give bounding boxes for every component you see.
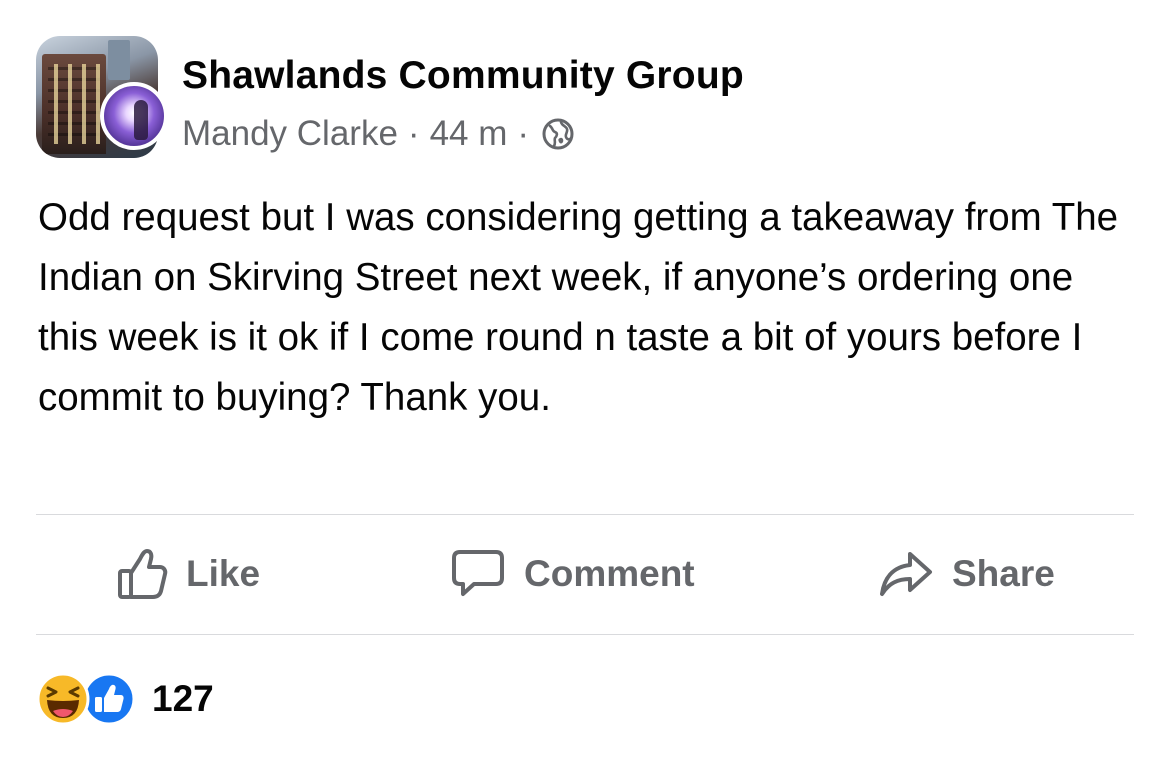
post-meta: Mandy Clarke · 44 m · (182, 114, 575, 154)
post-actions-bar: Like Comment Share (36, 515, 1134, 633)
author-avatar-figure (134, 100, 148, 140)
divider (36, 634, 1134, 635)
post-timestamp[interactable]: 44 m (430, 114, 508, 154)
like-reaction-icon (82, 672, 136, 726)
meta-separator-2: · (517, 114, 530, 153)
group-avatar-tower (108, 40, 130, 80)
thumbs-up-outline-icon (118, 549, 168, 599)
post-header: Shawlands Community Group Mandy Clarke ·… (36, 36, 1136, 160)
share-arrow-icon (880, 552, 932, 596)
post-body-text: Odd request but I was considering gettin… (38, 196, 1119, 419)
comment-button[interactable]: Comment (450, 515, 695, 633)
haha-reaction-icon (36, 672, 90, 726)
share-button[interactable]: Share (878, 515, 1055, 633)
group-name-link[interactable]: Shawlands Community Group (182, 54, 744, 98)
reaction-count: 127 (152, 678, 214, 719)
author-avatar[interactable] (100, 82, 168, 150)
meta-separator: · (407, 114, 420, 153)
comment-label: Comment (524, 553, 695, 594)
share-label: Share (952, 553, 1055, 594)
author-name-link[interactable]: Mandy Clarke (182, 114, 398, 154)
like-label: Like (186, 553, 261, 594)
reactions-summary[interactable]: 127 (36, 672, 214, 726)
speech-bubble-icon (452, 550, 504, 596)
group-avatar-building (42, 54, 106, 154)
globe-icon[interactable] (541, 117, 575, 151)
like-button[interactable]: Like (116, 515, 260, 633)
